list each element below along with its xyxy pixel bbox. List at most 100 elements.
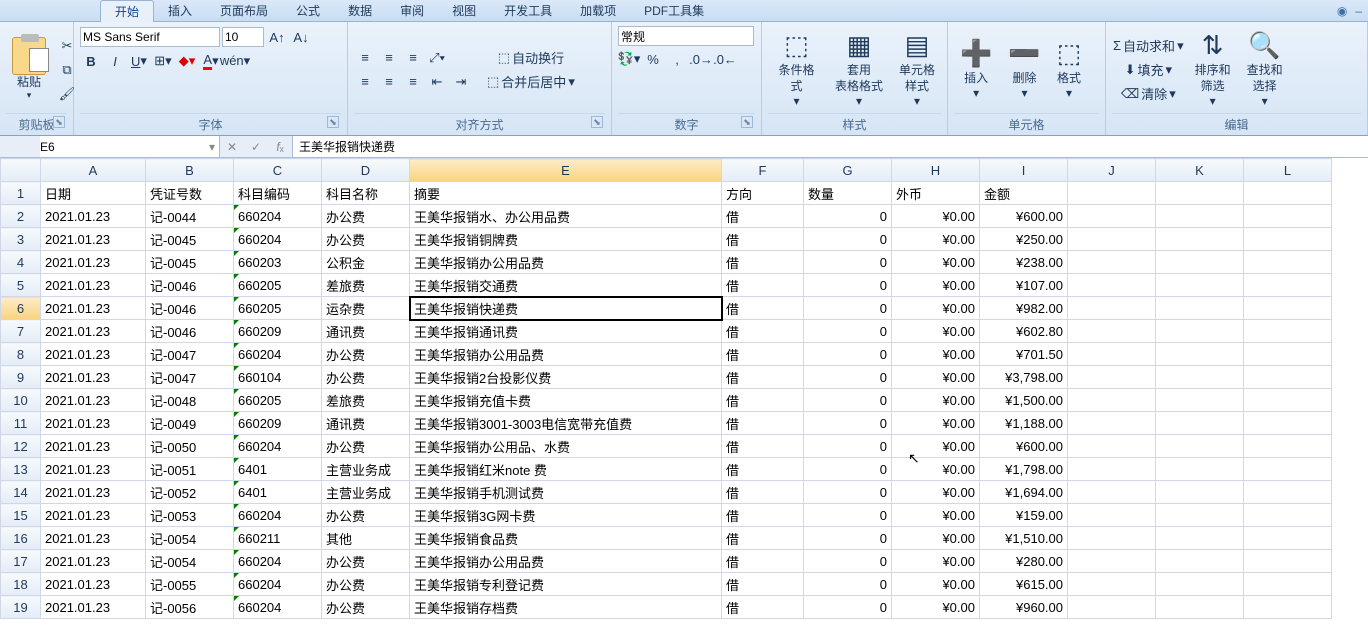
- minimize-ribbon-icon[interactable]: –: [1355, 4, 1362, 18]
- number-format-select[interactable]: [618, 26, 754, 46]
- cell[interactable]: 0: [804, 527, 892, 550]
- cell[interactable]: ¥600.00: [980, 205, 1068, 228]
- row-header-4[interactable]: 4: [1, 251, 41, 274]
- cell[interactable]: 660204: [234, 435, 322, 458]
- col-header-E[interactable]: E: [410, 159, 722, 182]
- cell[interactable]: [1068, 481, 1156, 504]
- cell[interactable]: ¥0.00: [892, 573, 980, 596]
- cell[interactable]: 办公费: [322, 596, 410, 619]
- cell[interactable]: 办公费: [322, 228, 410, 251]
- increase-font-button[interactable]: A↑: [266, 26, 288, 48]
- cell-styles-button[interactable]: ▤单元格 样式▾: [893, 27, 941, 112]
- cell[interactable]: 记-0054: [146, 550, 234, 573]
- cell[interactable]: 2021.01.23: [41, 297, 146, 320]
- cell[interactable]: 科目名称: [322, 182, 410, 205]
- cell[interactable]: 王美华报销充值卡费: [410, 389, 722, 412]
- cell[interactable]: 办公费: [322, 343, 410, 366]
- cell[interactable]: 借: [722, 389, 804, 412]
- cell[interactable]: [1068, 182, 1156, 205]
- cell[interactable]: [1244, 573, 1332, 596]
- row-header-11[interactable]: 11: [1, 412, 41, 435]
- cell[interactable]: 660209: [234, 320, 322, 343]
- cell[interactable]: [1156, 343, 1244, 366]
- percent-button[interactable]: %: [642, 48, 664, 70]
- cell[interactable]: 摘要: [410, 182, 722, 205]
- tab-8[interactable]: 加载项: [566, 0, 630, 22]
- cell[interactable]: 借: [722, 458, 804, 481]
- cell[interactable]: [1068, 297, 1156, 320]
- cell[interactable]: 王美华报销办公用品费: [410, 343, 722, 366]
- cell[interactable]: 借: [722, 435, 804, 458]
- cell[interactable]: 公积金: [322, 251, 410, 274]
- cell[interactable]: [1068, 435, 1156, 458]
- row-header-14[interactable]: 14: [1, 481, 41, 504]
- cancel-formula-button[interactable]: ✕: [220, 136, 244, 157]
- cell[interactable]: 2021.01.23: [41, 274, 146, 297]
- cell[interactable]: 660204: [234, 550, 322, 573]
- formula-input[interactable]: 王美华报销快递费: [293, 136, 1368, 157]
- conditional-format-button[interactable]: ⬚条件格式▾: [768, 27, 825, 112]
- cell[interactable]: 借: [722, 412, 804, 435]
- cell[interactable]: 2021.01.23: [41, 251, 146, 274]
- fill-color-button[interactable]: ◆▾: [176, 50, 198, 72]
- cell[interactable]: [1156, 182, 1244, 205]
- cell[interactable]: 王美华报销红米note 费: [410, 458, 722, 481]
- italic-button[interactable]: I: [104, 50, 126, 72]
- font-name-select[interactable]: [80, 27, 220, 47]
- cell[interactable]: 借: [722, 274, 804, 297]
- cell[interactable]: [1156, 573, 1244, 596]
- cell[interactable]: 660205: [234, 274, 322, 297]
- cell[interactable]: 记-0044: [146, 205, 234, 228]
- cell[interactable]: 0: [804, 343, 892, 366]
- cell[interactable]: 2021.01.23: [41, 412, 146, 435]
- cell[interactable]: [1156, 228, 1244, 251]
- align-left-button[interactable]: ≡: [354, 71, 376, 93]
- cell[interactable]: [1156, 550, 1244, 573]
- cell[interactable]: [1068, 389, 1156, 412]
- cell[interactable]: [1244, 481, 1332, 504]
- cell[interactable]: ¥3,798.00: [980, 366, 1068, 389]
- cell[interactable]: 王美华报销手机测试费: [410, 481, 722, 504]
- cell[interactable]: 办公费: [322, 205, 410, 228]
- col-header-J[interactable]: J: [1068, 159, 1156, 182]
- align-middle-button[interactable]: ≡: [378, 47, 400, 69]
- col-header-G[interactable]: G: [804, 159, 892, 182]
- cell[interactable]: ¥0.00: [892, 343, 980, 366]
- cell[interactable]: 0: [804, 297, 892, 320]
- cell[interactable]: ¥982.00: [980, 297, 1068, 320]
- cell[interactable]: 6401: [234, 458, 322, 481]
- cell[interactable]: 0: [804, 573, 892, 596]
- cell[interactable]: 方向: [722, 182, 804, 205]
- cell[interactable]: 0: [804, 481, 892, 504]
- cell[interactable]: 0: [804, 596, 892, 619]
- cell[interactable]: 0: [804, 412, 892, 435]
- tab-9[interactable]: PDF工具集: [630, 0, 718, 22]
- cell[interactable]: 0: [804, 205, 892, 228]
- cell[interactable]: [1244, 366, 1332, 389]
- cell[interactable]: 660204: [234, 205, 322, 228]
- cell[interactable]: 2021.01.23: [41, 435, 146, 458]
- cell[interactable]: ¥0.00: [892, 274, 980, 297]
- cell[interactable]: 记-0047: [146, 343, 234, 366]
- col-header-B[interactable]: B: [146, 159, 234, 182]
- cell[interactable]: 王美华报销专利登记费: [410, 573, 722, 596]
- cell[interactable]: [1244, 389, 1332, 412]
- col-header-L[interactable]: L: [1244, 159, 1332, 182]
- cell[interactable]: ¥1,510.00: [980, 527, 1068, 550]
- cell[interactable]: 借: [722, 343, 804, 366]
- cell[interactable]: 2021.01.23: [41, 366, 146, 389]
- cell[interactable]: [1244, 596, 1332, 619]
- cell[interactable]: ¥0.00: [892, 389, 980, 412]
- tab-0[interactable]: 开始: [100, 0, 154, 22]
- cell[interactable]: [1156, 274, 1244, 297]
- tab-6[interactable]: 视图: [438, 0, 490, 22]
- cell[interactable]: 记-0051: [146, 458, 234, 481]
- cell[interactable]: 王美华报销办公用品费: [410, 550, 722, 573]
- cell[interactable]: ¥250.00: [980, 228, 1068, 251]
- cell[interactable]: 2021.01.23: [41, 550, 146, 573]
- cell[interactable]: 660104: [234, 366, 322, 389]
- cell[interactable]: [1156, 205, 1244, 228]
- cell[interactable]: [1244, 182, 1332, 205]
- cell[interactable]: [1068, 596, 1156, 619]
- cell[interactable]: 记-0052: [146, 481, 234, 504]
